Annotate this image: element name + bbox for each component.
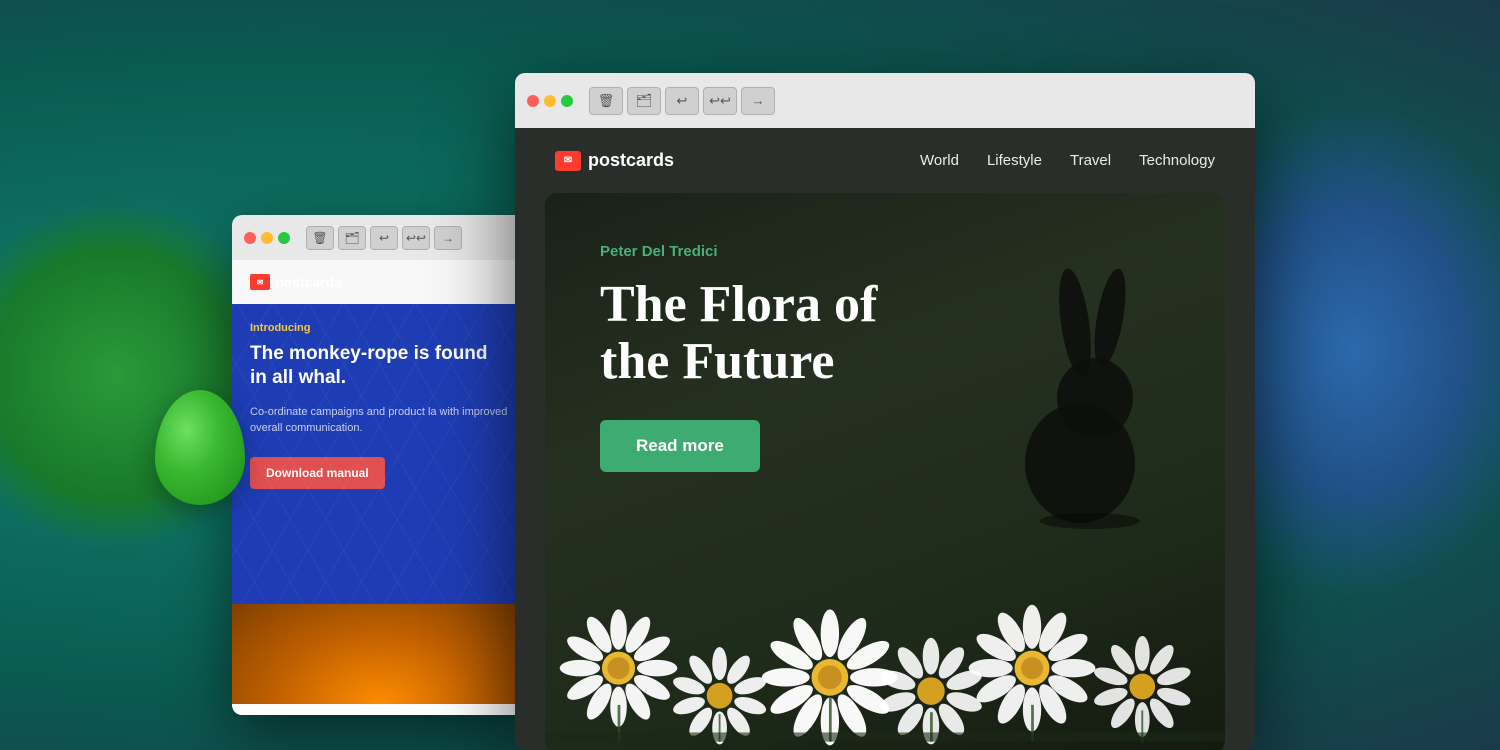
titlebar-back: 🗑 🗂 ↩ ↩↩ →	[232, 215, 527, 260]
toolbar-back: 🗑 🗂 ↩ ↩↩ →	[306, 226, 462, 250]
reply-all-button[interactable]: ↩↩	[402, 226, 430, 250]
logo-text-front: postcards	[588, 150, 674, 171]
reply-all-button-front[interactable]: ↩↩	[703, 87, 737, 115]
forward-button[interactable]: →	[434, 226, 462, 250]
email-window-front: 🗑 🗂 ↩ ↩↩ → ✉ postcards World Lifestyle T…	[515, 73, 1255, 750]
logo-icon-back: ✉	[250, 274, 270, 290]
hero-title: The Flora of the Future	[600, 276, 1170, 390]
traffic-lights-back	[244, 232, 290, 244]
email-subtext-back: Co-ordinate campaigns and product la wit…	[250, 404, 509, 437]
logo-icon-front: ✉	[555, 151, 581, 171]
email-photo-back	[232, 604, 527, 704]
email-window-back: 🗑 🗂 ↩ ↩↩ → ✉ postcards Introducing The m…	[232, 215, 527, 715]
archive-button[interactable]: 🗂	[338, 226, 366, 250]
titlebar-front: 🗑 🗂 ↩ ↩↩ →	[515, 73, 1255, 128]
toolbar-front: 🗑 🗂 ↩ ↩↩ →	[589, 87, 775, 115]
reply-button[interactable]: ↩	[370, 226, 398, 250]
close-button[interactable]	[244, 232, 256, 244]
nav-links: World Lifestyle Travel Technology	[920, 152, 1215, 169]
nav-link-technology[interactable]: Technology	[1139, 152, 1215, 169]
forward-button-front[interactable]: →	[741, 87, 775, 115]
email-blue-section: Introducing The monkey-rope is found in …	[232, 304, 527, 604]
hero-section: Peter Del Tredici The Flora of the Futur…	[545, 193, 1225, 750]
maximize-button-front[interactable]	[561, 95, 573, 107]
nav-link-lifestyle[interactable]: Lifestyle	[987, 152, 1042, 169]
lantern-photo	[232, 604, 527, 704]
email-content-front: ✉ postcards World Lifestyle Travel Techn…	[515, 128, 1255, 750]
email-headline-back: The monkey-rope is found in all whal.	[250, 342, 509, 390]
intro-label: Introducing	[250, 322, 509, 334]
author-name: Peter Del Tredici	[600, 243, 1170, 260]
postcards-logo-back: ✉ postcards	[250, 274, 342, 290]
minimize-button[interactable]	[261, 232, 273, 244]
reply-button-front[interactable]: ↩	[665, 87, 699, 115]
read-more-button[interactable]: Read more	[600, 420, 760, 472]
email-nav-front: ✉ postcards World Lifestyle Travel Techn…	[515, 128, 1255, 193]
logo-text-back: postcards	[275, 274, 342, 290]
hero-text-overlay: Peter Del Tredici The Flora of the Futur…	[545, 193, 1225, 522]
hero-title-line1: The Flora of	[600, 276, 877, 333]
delete-button[interactable]: 🗑	[306, 226, 334, 250]
traffic-lights-front	[527, 95, 573, 107]
email-content-back: ✉ postcards Introducing The monkey-rope …	[232, 260, 527, 715]
download-manual-button[interactable]: Download manual	[250, 457, 385, 489]
nav-link-world[interactable]: World	[920, 152, 959, 169]
maximize-button[interactable]	[278, 232, 290, 244]
nav-link-travel[interactable]: Travel	[1070, 152, 1111, 169]
hero-title-line2: the Future	[600, 333, 834, 390]
archive-button-front[interactable]: 🗂	[627, 87, 661, 115]
postcards-logo-front: ✉ postcards	[555, 150, 674, 171]
minimize-button-front[interactable]	[544, 95, 556, 107]
delete-button-front[interactable]: 🗑	[589, 87, 623, 115]
close-button-front[interactable]	[527, 95, 539, 107]
